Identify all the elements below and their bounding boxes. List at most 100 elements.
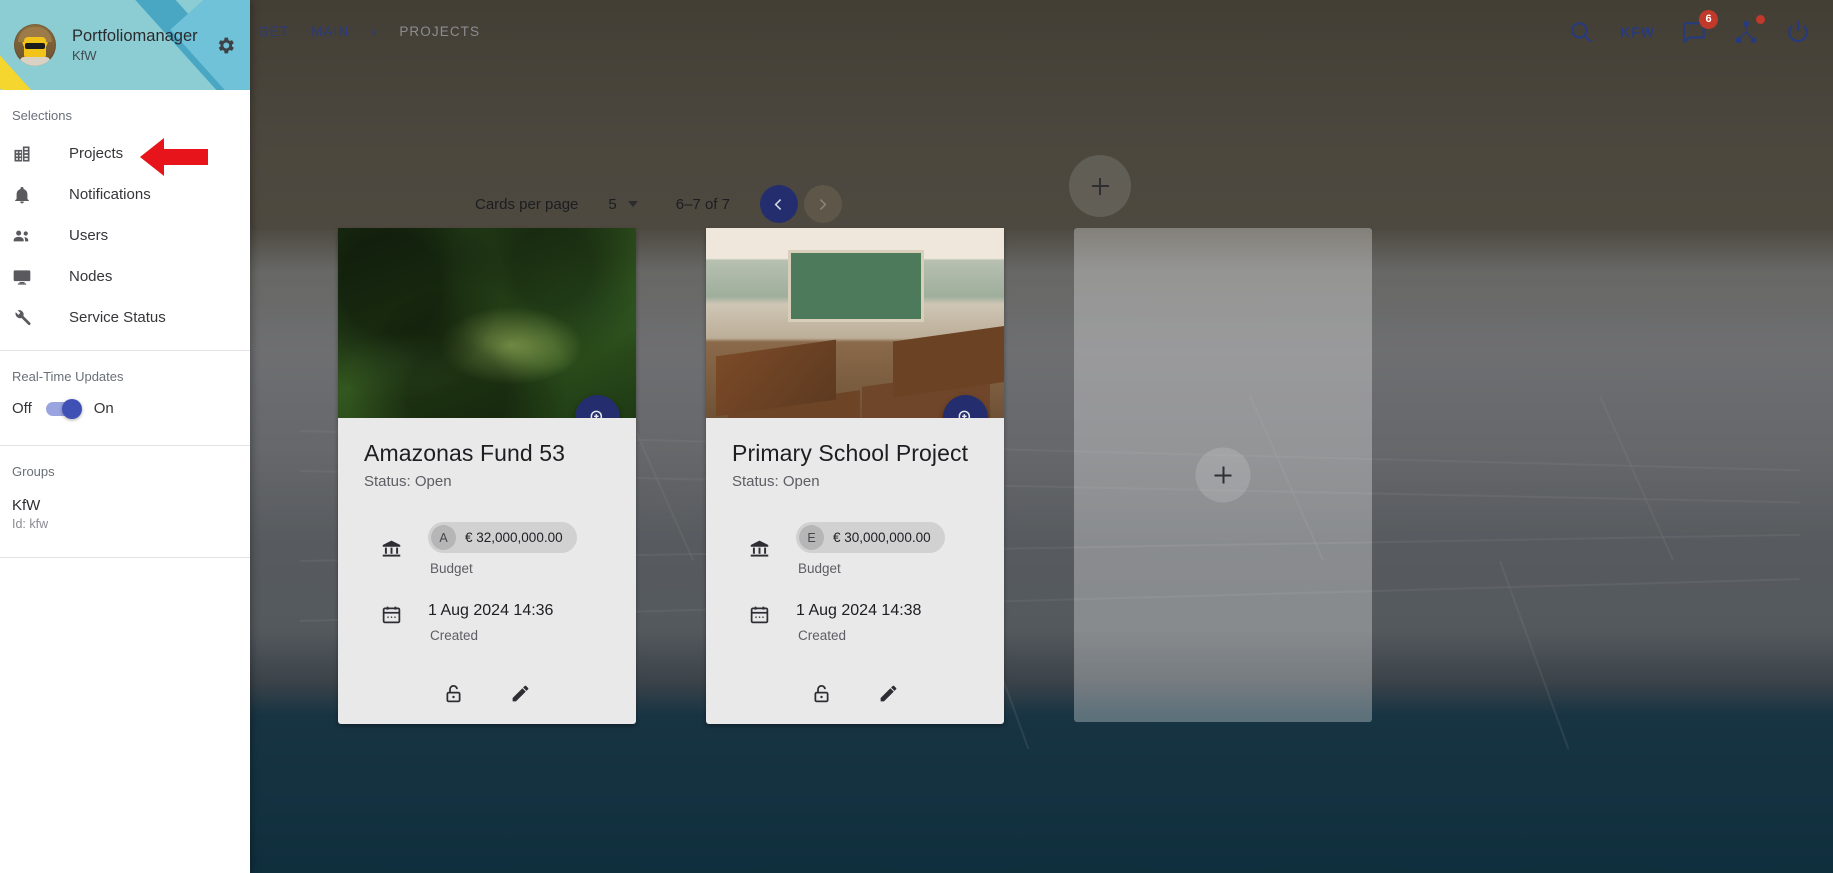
card-media [338, 228, 636, 418]
breadcrumb: GET MAIN › PROJECTS [258, 23, 480, 40]
created-value: 1 Aug 2024 14:38 [796, 602, 922, 620]
add-project-button[interactable] [1195, 447, 1251, 503]
sidebar-item-projects[interactable]: Projects [0, 133, 250, 174]
topbar-actions: KFW 6 [1568, 9, 1811, 45]
group-name: KfW [12, 497, 41, 514]
card-created-row: 1 Aug 2024 14:38 Created [732, 602, 978, 643]
sidebar-item-service-status[interactable]: Service Status [0, 297, 250, 338]
budget-label: Budget [798, 561, 841, 577]
sidebar-item-label: Service Status [69, 309, 166, 326]
drawer-user-info: Portfoliomanager KfW [72, 27, 215, 64]
navigation-drawer: Portfoliomanager KfW Selections Projects [0, 0, 250, 873]
top-bar: GET MAIN › PROJECTS KFW 6 [250, 0, 1833, 63]
card-title: Primary School Project [732, 440, 969, 466]
previous-page-button[interactable] [759, 185, 798, 223]
cards-per-page-value: 5 [608, 195, 617, 213]
created-value: 1 Aug 2024 14:36 [428, 602, 554, 620]
avatar-glasses [25, 43, 45, 49]
avatar[interactable] [14, 24, 56, 66]
calendar-icon [374, 602, 408, 625]
search-icon[interactable] [1568, 19, 1594, 45]
wrench-icon [12, 308, 38, 328]
red-arrow-annotation [140, 138, 208, 176]
sidebar-item-notifications[interactable]: Notifications [0, 174, 250, 215]
breadcrumb-item-1[interactable]: MAIN [311, 24, 349, 39]
cards-per-page-select[interactable]: 5 [608, 195, 638, 213]
card-budget-row: A € 32,000,000.00 Budget [364, 522, 610, 576]
user-org: KfW [72, 48, 97, 64]
card-status: Status: Open [364, 473, 452, 491]
sidebar-item-users[interactable]: Users [0, 215, 250, 256]
group-item-kfw[interactable]: KfW Id: kfw [0, 489, 250, 545]
people-icon [12, 226, 38, 246]
budget-chip[interactable]: E € 30,000,000.00 [796, 522, 945, 554]
groups-label: Groups [12, 464, 55, 479]
project-card[interactable]: Primary School Project Status: Open E € … [706, 228, 1004, 725]
card-status: Status: Open [732, 473, 820, 491]
chat-icon[interactable]: 6 [1681, 9, 1718, 45]
power-icon[interactable] [1785, 19, 1811, 45]
monitor-icon [12, 267, 38, 287]
sidebar-item-nodes[interactable]: Nodes [0, 256, 250, 297]
budget-chip-value: € 32,000,000.00 [465, 530, 563, 546]
sidebar-item-label: Projects [69, 145, 124, 162]
bank-icon [742, 522, 776, 559]
card-body: Amazonas Fund 53 Status: Open A € 32,000… [338, 418, 636, 643]
building-icon [12, 144, 38, 164]
school-photo [706, 228, 1004, 418]
avatar-body [20, 57, 50, 66]
breadcrumb-item-0[interactable]: GET [258, 24, 289, 39]
selections-label: Selections [12, 108, 72, 123]
unlock-icon[interactable] [811, 683, 832, 704]
pencil-icon[interactable] [510, 683, 531, 704]
card-media [706, 228, 1004, 418]
cards-per-page-label: Cards per page [475, 195, 579, 213]
project-card[interactable]: Amazonas Fund 53 Status: Open A € 32,000… [338, 228, 636, 725]
pencil-icon[interactable] [878, 683, 899, 704]
budget-chip-avatar: A [431, 525, 456, 551]
budget-chip-avatar: E [799, 525, 824, 551]
realtime-updates-label: Real-Time Updates [12, 369, 124, 384]
created-label: Created [430, 628, 479, 644]
card-actions [338, 657, 636, 724]
group-id: Id: kfw [12, 517, 49, 531]
next-page-button [803, 185, 842, 223]
created-label: Created [798, 628, 847, 644]
user-name: Portfoliomanager [72, 26, 198, 45]
realtime-off-label: Off [12, 400, 32, 417]
drawer-header: Portfoliomanager KfW [0, 0, 250, 90]
card-body: Primary School Project Status: Open E € … [706, 418, 1004, 643]
project-cards-row: Amazonas Fund 53 Status: Open A € 32,000… [250, 228, 1833, 788]
bell-icon [12, 185, 38, 205]
realtime-toggle[interactable] [45, 398, 82, 419]
page-range-label: 6–7 of 7 [675, 195, 730, 213]
card-budget-row: E € 30,000,000.00 Budget [732, 522, 978, 576]
add-project-card[interactable] [1074, 228, 1372, 722]
divider [0, 557, 250, 558]
card-created-row: 1 Aug 2024 14:36 Created [364, 602, 610, 643]
gear-icon[interactable] [215, 35, 236, 56]
realtime-on-label: On [93, 400, 114, 417]
card-actions [706, 657, 1004, 724]
budget-chip-value: € 30,000,000.00 [833, 530, 931, 546]
add-project-button-top[interactable] [1069, 155, 1131, 217]
plus-icon [1091, 177, 1109, 195]
sidebar-item-label: Users [69, 227, 109, 244]
bank-icon [374, 522, 408, 559]
network-alert-dot [1756, 14, 1765, 24]
messages-badge: 6 [1699, 9, 1718, 29]
plus-icon [1214, 466, 1232, 484]
card-budget-main: E € 30,000,000.00 Budget [796, 522, 945, 576]
breadcrumb-item-2[interactable]: PROJECTS [399, 24, 480, 39]
sidebar-item-label: Nodes [69, 268, 113, 285]
unlock-icon[interactable] [443, 683, 464, 704]
budget-label: Budget [430, 561, 473, 577]
jungle-photo [338, 228, 636, 418]
budget-chip[interactable]: A € 32,000,000.00 [428, 522, 577, 554]
sidebar-item-label: Notifications [69, 186, 151, 203]
card-budget-main: A € 32,000,000.00 Budget [428, 522, 577, 576]
card-created-main: 1 Aug 2024 14:38 Created [796, 602, 921, 643]
tenant-label: KFW [1620, 23, 1655, 40]
share-nodes-icon[interactable] [1733, 14, 1765, 45]
chevron-down-icon [627, 201, 638, 207]
